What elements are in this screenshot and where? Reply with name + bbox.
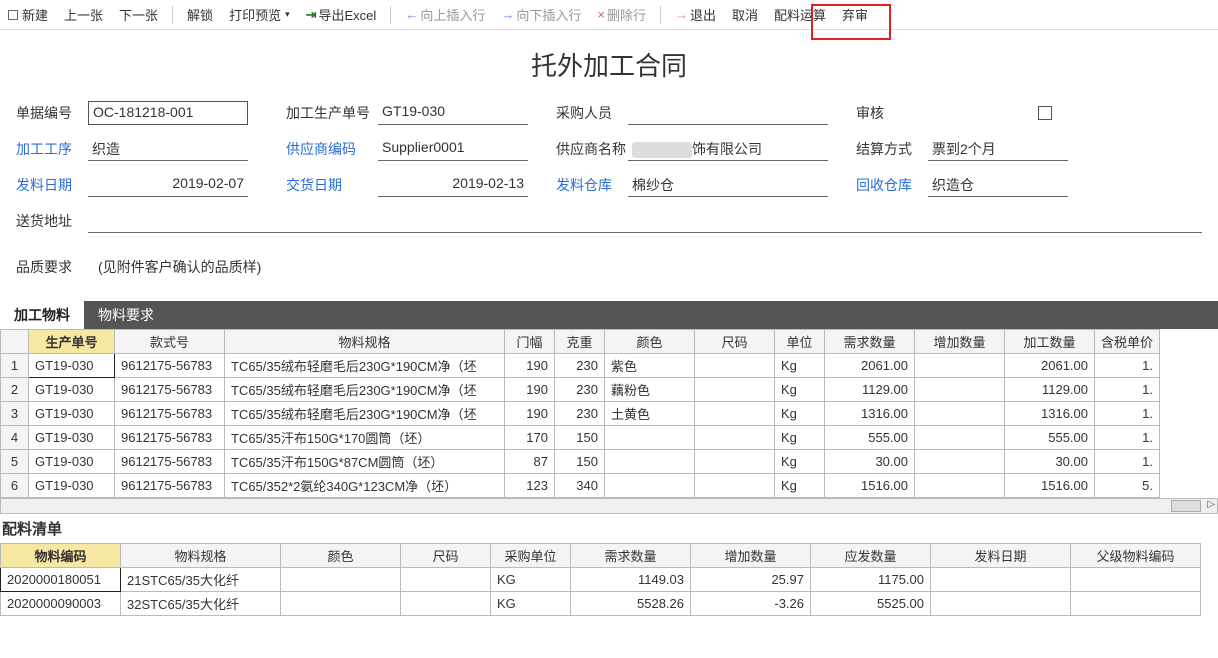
tab-work-materials[interactable]: 加工物料 xyxy=(0,301,84,329)
fld-recv-wh[interactable]: 织造仓 xyxy=(928,173,1068,197)
col-mat-add[interactable]: 增加数量 xyxy=(691,544,811,568)
grid-work-materials: 生产单号 款式号 物料规格 门幅 克重 颜色 尺码 单位 需求数量 增加数量 加… xyxy=(0,329,1218,514)
lbl-send-wh[interactable]: 发料仓库 xyxy=(556,175,628,195)
fld-ship-addr[interactable] xyxy=(88,209,1202,233)
btn-export-excel[interactable]: ⇥导出Excel xyxy=(302,3,381,26)
col-weight[interactable]: 克重 xyxy=(555,330,605,354)
x-icon: × xyxy=(597,7,605,22)
col-mat-parent[interactable]: 父级物料编码 xyxy=(1071,544,1201,568)
btn-abandon[interactable]: 弃审 xyxy=(838,3,872,26)
btn-unlock[interactable]: 解锁 xyxy=(183,3,217,26)
table-row[interactable]: 1GT19-0309612175-56783TC65/35绒布轻磨毛后230G*… xyxy=(1,354,1160,378)
lbl-recv-wh[interactable]: 回收仓库 xyxy=(856,175,928,195)
lbl-process[interactable]: 加工工序 xyxy=(16,139,88,159)
grid1-hscroll[interactable]: ▷ xyxy=(0,498,1218,514)
col-style[interactable]: 款式号 xyxy=(115,330,225,354)
table-row[interactable]: 202000009000332STC65/35大化纤KG5528.26-3.26… xyxy=(1,592,1201,616)
fld-doc-no[interactable]: OC-181218-001 xyxy=(88,101,248,125)
export-icon: ⇥ xyxy=(306,7,317,23)
btn-next[interactable]: 下一张 xyxy=(115,3,162,26)
btn-insert-down: →向下插入行 xyxy=(497,3,585,26)
fld-due-date[interactable]: 2019-02-13 xyxy=(378,173,528,197)
col-spec[interactable]: 物料规格 xyxy=(225,330,505,354)
table-row[interactable]: 3GT19-0309612175-56783TC65/35绒布轻磨毛后230G*… xyxy=(1,402,1160,426)
col-mat-color[interactable]: 颜色 xyxy=(281,544,401,568)
chk-audit[interactable] xyxy=(1038,106,1052,120)
btn-exit[interactable]: →退出 xyxy=(671,3,720,26)
col-mat-spec[interactable]: 物料规格 xyxy=(121,544,281,568)
col-price[interactable]: 含税单价 xyxy=(1095,330,1160,354)
col-mat-size[interactable]: 尺码 xyxy=(401,544,491,568)
grid2-header: 物料编码 物料规格 颜色 尺码 采购单位 需求数量 增加数量 应发数量 发料日期… xyxy=(1,544,1201,568)
tab-material-req[interactable]: 物料要求 xyxy=(84,301,168,329)
grid-material-list: 物料编码 物料规格 颜色 尺码 采购单位 需求数量 增加数量 应发数量 发料日期… xyxy=(0,543,1218,616)
lbl-supplier-name: 供应商名称 xyxy=(556,139,628,159)
col-mat-unit[interactable]: 采购单位 xyxy=(491,544,571,568)
lbl-buyer: 采购人员 xyxy=(556,103,628,123)
fld-buyer[interactable] xyxy=(628,101,828,125)
col-color[interactable]: 颜色 xyxy=(605,330,695,354)
col-mat-code[interactable]: 物料编码 xyxy=(1,544,121,568)
lbl-due-date[interactable]: 交货日期 xyxy=(286,175,378,195)
col-mat-should[interactable]: 应发数量 xyxy=(811,544,931,568)
arrow-down-icon: → xyxy=(501,7,514,22)
btn-insert-up: ←向上插入行 xyxy=(401,3,489,26)
table-row[interactable]: 2GT19-0309612175-56783TC65/35绒布轻磨毛后230G*… xyxy=(1,378,1160,402)
arrow-up-icon: ← xyxy=(405,7,418,22)
toolbar: 新建 上一张 下一张 解锁 打印预览 ⇥导出Excel ←向上插入行 →向下插入… xyxy=(0,0,1218,30)
col-rownum[interactable] xyxy=(1,330,29,354)
btn-print-preview[interactable]: 打印预览 xyxy=(225,3,294,26)
lbl-quality: 品质要求 xyxy=(16,257,88,277)
table-row[interactable]: 6GT19-0309612175-56783TC65/352*2氨纶340G*1… xyxy=(1,474,1160,498)
lbl-audit: 审核 xyxy=(856,103,928,123)
col-width[interactable]: 门幅 xyxy=(505,330,555,354)
table-row[interactable]: 5GT19-0309612175-56783TC65/35汗布150G*87CM… xyxy=(1,450,1160,474)
redacted-text xyxy=(632,142,692,158)
btn-prev[interactable]: 上一张 xyxy=(60,3,107,26)
btn-cancel[interactable]: 取消 xyxy=(728,3,762,26)
fld-supplier-name[interactable]: 饰有限公司 xyxy=(628,137,828,161)
btn-new[interactable]: 新建 xyxy=(4,3,52,26)
lbl-ship-addr: 送货地址 xyxy=(16,211,88,231)
table-row[interactable]: 4GT19-0309612175-56783TC65/35汗布150G*170圆… xyxy=(1,426,1160,450)
lbl-doc-no: 单据编号 xyxy=(16,103,88,123)
col-add-qty[interactable]: 增加数量 xyxy=(915,330,1005,354)
fld-prod-no[interactable]: GT19-030 xyxy=(378,101,528,125)
col-work-qty[interactable]: 加工数量 xyxy=(1005,330,1095,354)
fld-send-wh[interactable]: 棉纱仓 xyxy=(628,173,828,197)
grid1-header: 生产单号 款式号 物料规格 门幅 克重 颜色 尺码 单位 需求数量 增加数量 加… xyxy=(1,330,1160,354)
lbl-settle: 结算方式 xyxy=(856,139,928,159)
col-unit[interactable]: 单位 xyxy=(775,330,825,354)
col-size[interactable]: 尺码 xyxy=(695,330,775,354)
col-mat-req[interactable]: 需求数量 xyxy=(571,544,691,568)
fld-quality: (见附件客户确认的品质样) xyxy=(88,257,261,277)
lbl-send-date[interactable]: 发料日期 xyxy=(16,175,88,195)
btn-delete-row: ×删除行 xyxy=(593,3,650,26)
lbl-supplier-code[interactable]: 供应商编码 xyxy=(286,139,378,159)
fld-supplier-code[interactable]: Supplier0001 xyxy=(378,137,528,161)
page-title: 托外加工合同 xyxy=(0,30,1218,91)
btn-material-calc[interactable]: 配料运算 xyxy=(770,3,830,26)
fld-settle[interactable]: 票到2个月 xyxy=(928,137,1068,161)
col-prod-no[interactable]: 生产单号 xyxy=(29,330,115,354)
exit-icon: → xyxy=(675,7,688,22)
lbl-prod-no: 加工生产单号 xyxy=(286,103,378,123)
table-row[interactable]: 202000018005121STC65/35大化纤KG1149.0325.97… xyxy=(1,568,1201,592)
form-area: 单据编号 OC-181218-001 加工生产单号 GT19-030 采购人员 … xyxy=(0,91,1218,289)
col-req-qty[interactable]: 需求数量 xyxy=(825,330,915,354)
section-material-list: 配料清单 xyxy=(0,514,1218,543)
fld-process[interactable]: 织造 xyxy=(88,137,248,161)
fld-send-date[interactable]: 2019-02-07 xyxy=(88,173,248,197)
tabs-materials: 加工物料 物料要求 xyxy=(0,301,1218,329)
col-mat-date[interactable]: 发料日期 xyxy=(931,544,1071,568)
